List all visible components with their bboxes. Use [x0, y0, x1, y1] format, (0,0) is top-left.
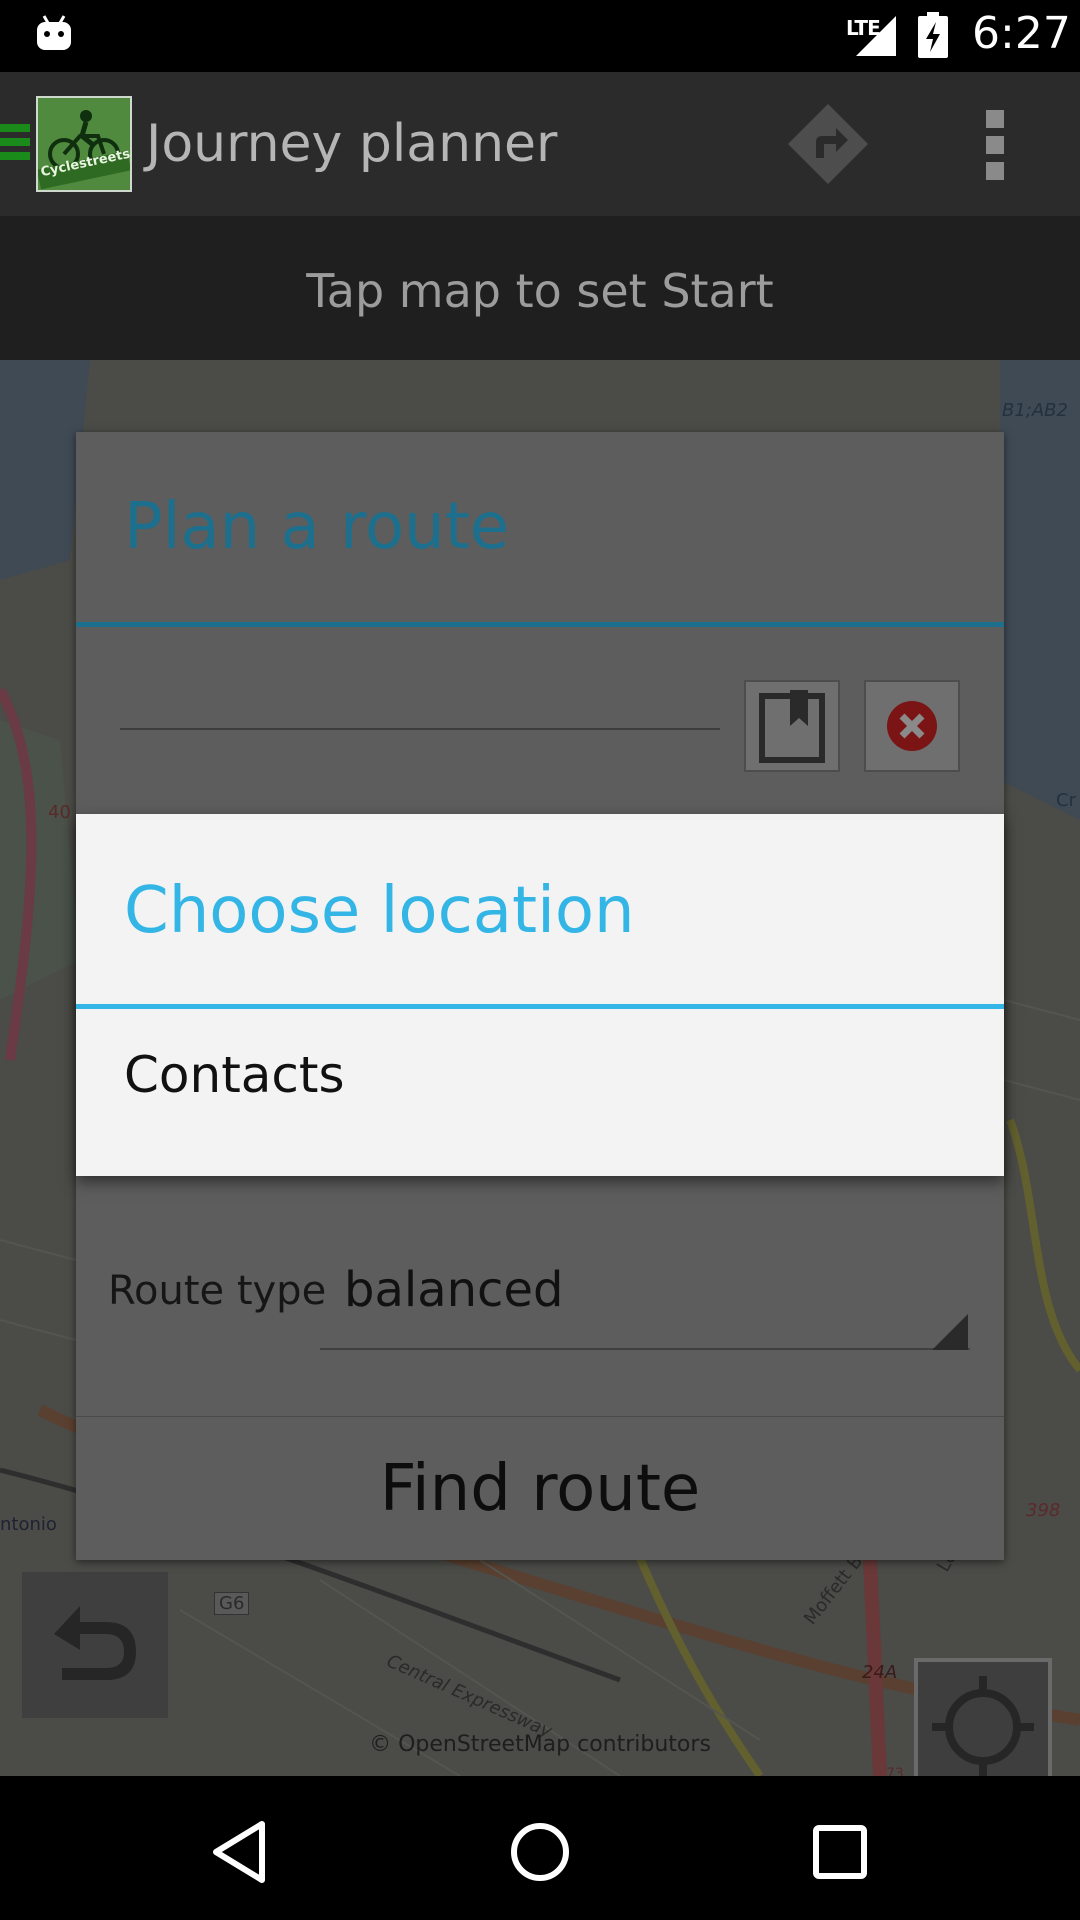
map-label-40: 40 — [48, 802, 71, 823]
map-label-24a: 24A — [862, 1662, 898, 1683]
route-type-underline — [320, 1348, 970, 1350]
undo-icon — [54, 1606, 136, 1680]
dropdown-arrow-icon — [932, 1314, 968, 1350]
home-icon — [511, 1823, 569, 1881]
app-logo[interactable]: Cyclestreets — [36, 96, 132, 192]
overflow-menu-icon[interactable] — [980, 110, 1010, 180]
map-label-b1: B1;AB2 — [1002, 400, 1068, 421]
find-route-divider — [76, 1416, 1004, 1417]
hint-text: Tap map to set Start — [306, 264, 774, 318]
choose-location-button[interactable] — [744, 680, 840, 772]
hint-bar: Tap map to set Start — [0, 216, 1080, 360]
choose-location-dialog: Choose location Contacts — [76, 814, 1004, 1176]
directions-icon — [788, 104, 868, 184]
route-type-value: balanced — [344, 1262, 564, 1318]
find-route-button[interactable]: Find route — [76, 1418, 1004, 1560]
map-label-antonio: ntonio — [0, 1514, 57, 1535]
android-notification-icon — [36, 14, 72, 58]
drawer-menu-icon[interactable] — [0, 124, 30, 164]
start-location-input[interactable] — [120, 728, 720, 730]
plan-route-divider — [76, 622, 1004, 627]
map-label-398: 398 — [1026, 1500, 1061, 1521]
battery-charging-icon — [918, 12, 948, 62]
bookmark-icon — [759, 690, 825, 763]
action-bar: Cyclestreets Journey planner — [0, 72, 1080, 216]
list-item-contacts[interactable]: Contacts — [76, 1010, 1004, 1174]
recents-button[interactable] — [800, 1812, 880, 1892]
map-label-g6: G6 — [214, 1592, 250, 1615]
status-clock: 6:27 — [972, 8, 1071, 59]
my-location-button[interactable] — [914, 1658, 1052, 1776]
page-title: Journey planner — [146, 114, 558, 174]
status-bar: LTE 6:27 — [0, 0, 1080, 72]
choose-location-title: Choose location — [124, 874, 635, 948]
undo-button[interactable] — [22, 1572, 168, 1718]
back-button[interactable] — [200, 1812, 280, 1892]
navigation-bar — [0, 1776, 1080, 1920]
signal-strength-icon — [854, 14, 898, 62]
route-type-select[interactable]: balanced — [320, 1242, 1030, 1352]
map-attribution: © OpenStreetMap contributors — [369, 1732, 711, 1757]
choose-location-divider — [76, 1004, 1004, 1009]
list-item-label: Contacts — [124, 1046, 345, 1104]
map-label-cr: Cr — [1056, 790, 1076, 811]
route-type-label: Route type — [108, 1268, 327, 1314]
home-button[interactable] — [500, 1812, 580, 1892]
clear-location-button[interactable] — [864, 680, 960, 772]
plan-route-title: Plan a route — [124, 490, 510, 564]
recents-icon — [813, 1825, 867, 1879]
clear-icon — [887, 701, 937, 751]
locate-icon — [932, 1676, 1034, 1776]
back-icon — [213, 1821, 265, 1883]
directions-button[interactable] — [786, 102, 870, 186]
map-label-73: 73 — [886, 1766, 904, 1776]
app-content: Cyclestreets Journey planner Tap map to … — [0, 72, 1080, 1776]
